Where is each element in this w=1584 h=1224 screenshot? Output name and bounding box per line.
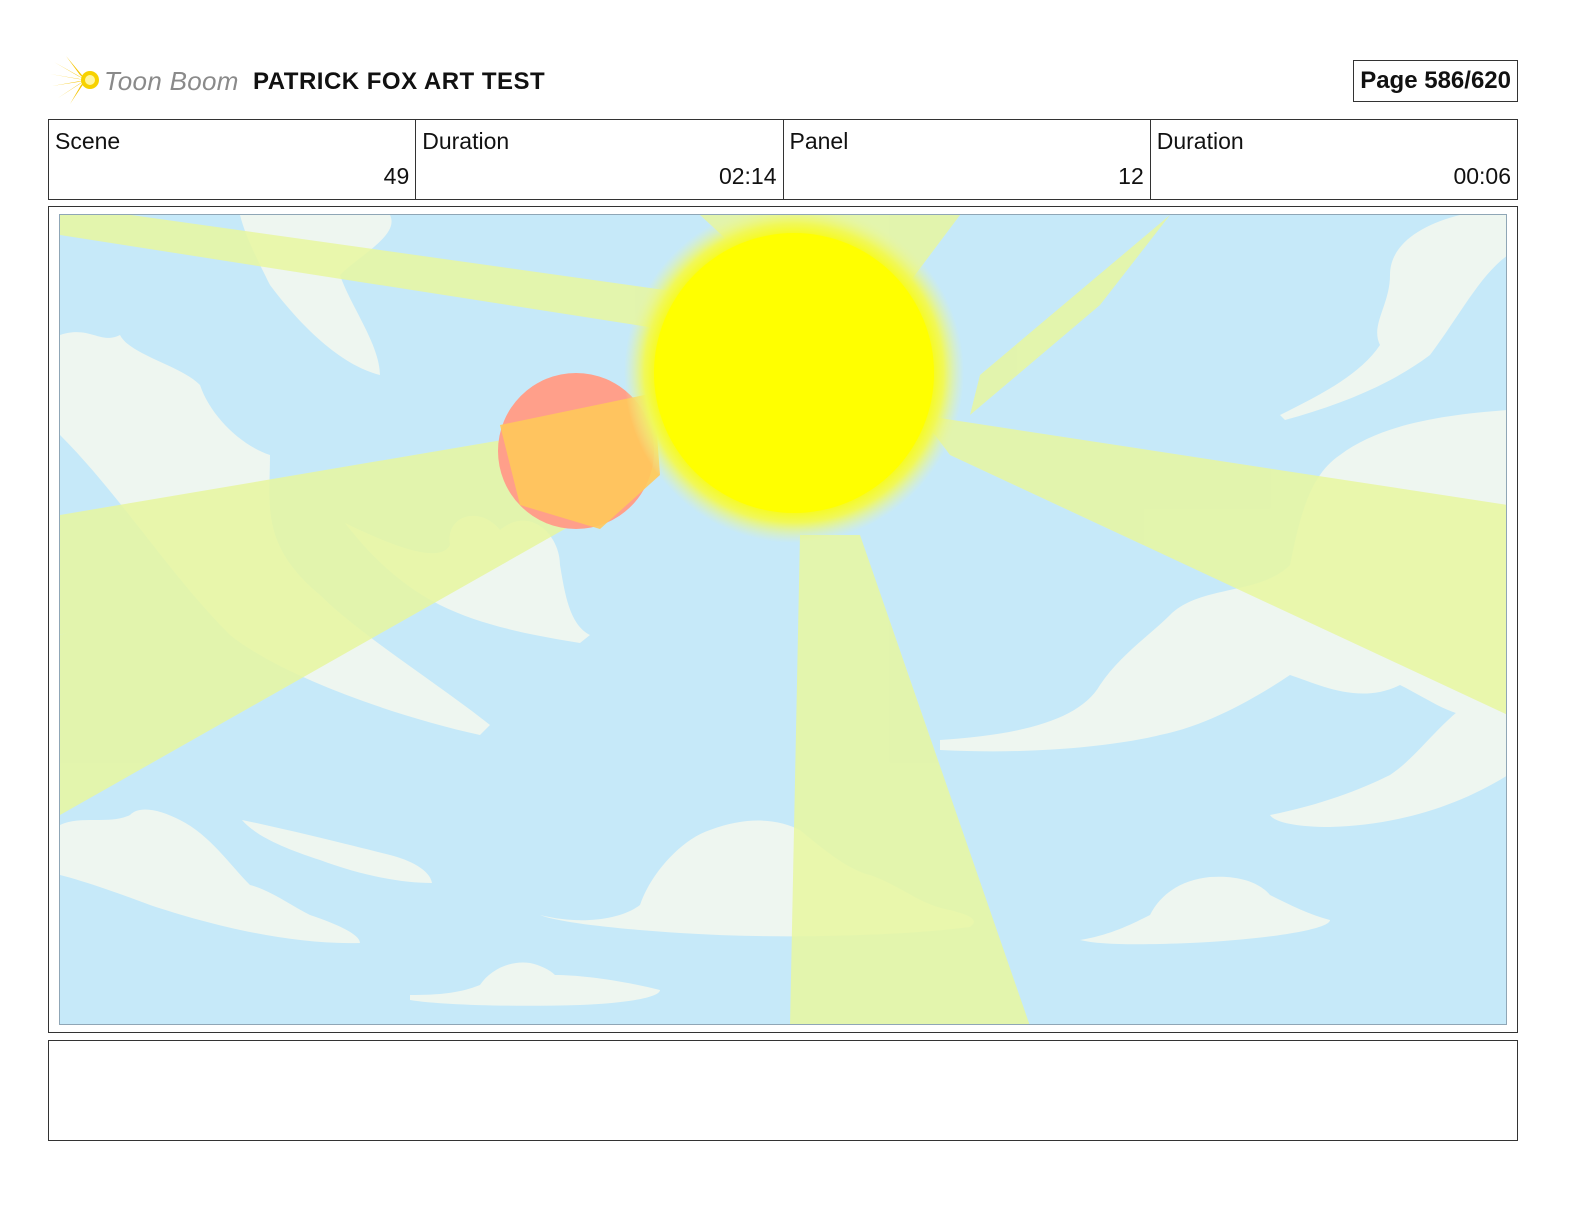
panel-value: 12 <box>1118 163 1144 189</box>
scene-duration-label: Duration <box>422 128 510 154</box>
page-number: Page 586/620 <box>1353 60 1518 102</box>
sun <box>654 233 934 513</box>
panel-cell: Panel 12 <box>784 120 1151 199</box>
scene-info-table: Scene 49 Duration 02:14 Panel 12 Duratio… <box>48 119 1518 200</box>
scene-value: 49 <box>383 163 410 189</box>
panel-label: Panel <box>789 128 849 154</box>
toon-boom-logo: Toon Boom <box>48 52 238 108</box>
panel-notes-box[interactable] <box>48 1040 1518 1141</box>
panel-duration-value: 00:06 <box>1453 163 1511 189</box>
scene-duration-cell: Duration 02:14 <box>416 120 784 199</box>
starburst-icon <box>50 56 99 104</box>
panel-duration-cell: Duration 00:06 <box>1151 120 1517 199</box>
logo-text: Toon Boom <box>104 66 239 96</box>
scene-duration-value: 02:14 <box>718 163 777 189</box>
scene-cell: Scene 49 <box>49 120 417 199</box>
storyboard-panel <box>48 206 1518 1033</box>
storyboard-header: Toon Boom PATRICK FOX ART TEST Page 586/… <box>48 52 1518 108</box>
panel-artwork <box>59 214 1507 1025</box>
scene-label: Scene <box>55 128 121 154</box>
sky-scene-illustration <box>60 215 1506 1024</box>
project-title: PATRICK FOX ART TEST <box>253 68 546 95</box>
panel-duration-label: Duration <box>1156 128 1244 154</box>
